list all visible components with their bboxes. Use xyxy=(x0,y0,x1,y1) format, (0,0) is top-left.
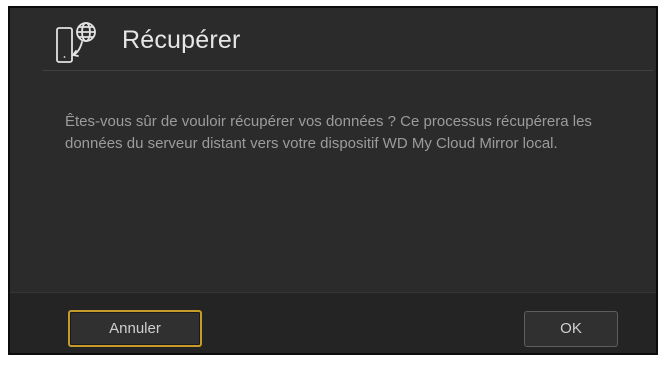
device-globe-restore-icon xyxy=(54,20,100,66)
dialog-title: Récupérer xyxy=(122,26,241,54)
dialog-message: Êtes-vous sûr de vouloir récupérer vos d… xyxy=(65,113,592,152)
dialog-header: Récupérer xyxy=(10,8,656,70)
restore-dialog: Récupérer Êtes-vous sûr de vouloir récup… xyxy=(8,6,658,355)
dialog-footer: Annuler OK xyxy=(10,292,656,353)
ok-button[interactable]: OK xyxy=(524,311,618,347)
cancel-button[interactable]: Annuler xyxy=(68,310,202,347)
header-divider xyxy=(42,70,653,71)
